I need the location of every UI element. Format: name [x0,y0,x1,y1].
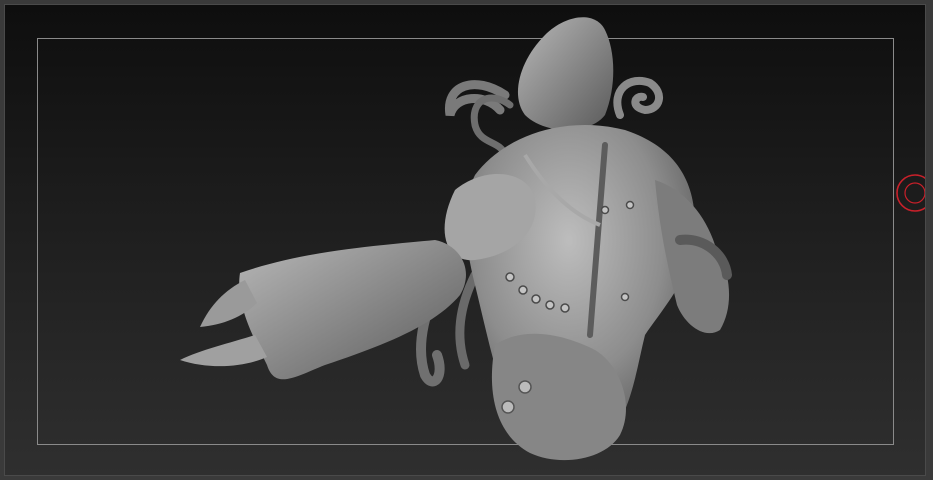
canvas-viewport[interactable] [4,4,926,476]
sculpt-model[interactable] [5,5,926,476]
rotation-pivot-icon[interactable] [894,172,926,214]
